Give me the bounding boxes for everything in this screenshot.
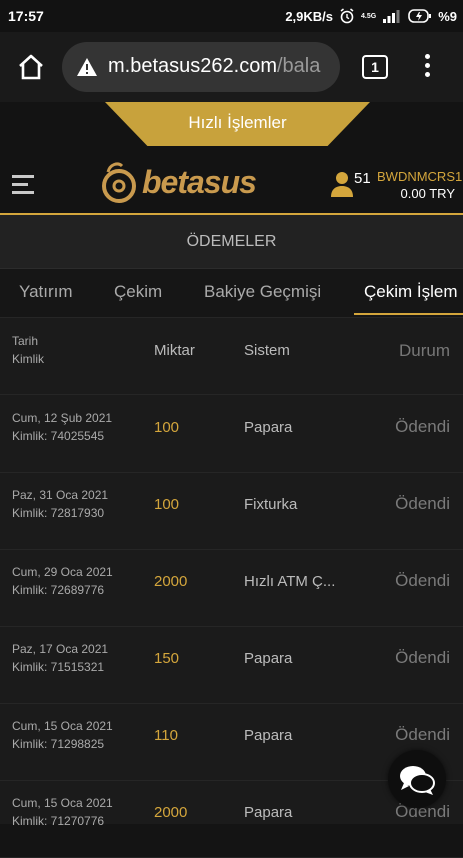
chat-icon [400, 766, 435, 795]
row-date: Cum, 15 Oca 2021 [12, 719, 113, 733]
row-date-id: Cum, 15 Oca 2021 Kimlik: 71298825 [12, 717, 113, 753]
quick-actions-button[interactable]: Hızlı İşlemler [105, 102, 370, 146]
header-id: Kimlik [12, 352, 44, 366]
page-title: ÖDEMELER [0, 215, 463, 269]
tab-bar: Yatırım Çekim Bakiye Geçmişi Çekim İşlem [0, 269, 463, 318]
table-row[interactable]: Cum, 29 Oca 2021 Kimlik: 72689776 2000 H… [0, 549, 463, 627]
network-speed: 2,9KB/s [285, 8, 334, 24]
site-logo[interactable]: betasus [100, 160, 270, 206]
balance: 0.00 TRY [400, 186, 455, 201]
row-id: Kimlik: 74025545 [12, 429, 105, 443]
row-status: Ödendi [395, 648, 450, 667]
row-date-id: Cum, 12 Şub 2021 Kimlik: 74025545 [12, 409, 112, 445]
transactions-table: Tarih Kimlik Miktar Sistem Durum Cum, 12… [0, 318, 463, 858]
status-bar: 17:57 2,9KB/s 4.5G %9 [0, 0, 463, 32]
header-date-id: Tarih Kimlik [12, 332, 44, 368]
row-status: Ödendi [395, 417, 450, 436]
row-status: Ödendi [395, 725, 450, 744]
user-count: 51 [354, 170, 371, 187]
tabs-icon[interactable]: 1 [362, 55, 388, 79]
logo-text: betasus [142, 164, 257, 200]
status-time: 17:57 [8, 8, 44, 24]
warning-icon [77, 58, 97, 76]
row-system: Papara [244, 804, 293, 821]
table-row[interactable]: Cum, 12 Şub 2021 Kimlik: 74025545 100 Pa… [0, 395, 463, 473]
battery-level: %9 [438, 8, 457, 24]
row-date: Paz, 17 Oca 2021 [12, 642, 109, 656]
row-amount: 100 [154, 419, 180, 436]
row-system: Papara [244, 419, 293, 436]
row-date-id: Paz, 31 Oca 2021 Kimlik: 72817930 [12, 486, 108, 522]
row-date: Paz, 31 Oca 2021 [12, 488, 109, 502]
hamburger-icon[interactable] [12, 175, 34, 195]
row-status: Ödendi [395, 571, 450, 590]
logo-mark-icon [102, 162, 136, 203]
row-date-id: Paz, 17 Oca 2021 Kimlik: 71515321 [12, 640, 108, 676]
row-id: Kimlik: 71270776 [12, 814, 105, 828]
url-path: /bala [276, 55, 321, 77]
active-tab-indicator [354, 313, 463, 315]
network-type: 4.5G [361, 12, 377, 20]
header-date: Tarih [12, 334, 39, 348]
browser-toolbar: m.betasus262.com/bala 1 [0, 32, 463, 102]
row-amount: 110 [154, 727, 178, 744]
row-amount: 2000 [154, 804, 188, 821]
row-id: Kimlik: 71298825 [12, 737, 105, 751]
chat-button[interactable] [388, 750, 446, 808]
row-id: Kimlik: 72689776 [12, 583, 105, 597]
row-date-id: Cum, 29 Oca 2021 Kimlik: 72689776 [12, 563, 113, 599]
home-icon[interactable] [16, 52, 46, 82]
user-icon[interactable] [330, 170, 354, 198]
tab-deposit[interactable]: Yatırım [19, 282, 73, 302]
table-row[interactable]: Paz, 31 Oca 2021 Kimlik: 72817930 100 Fi… [0, 472, 463, 550]
row-date: Cum, 12 Şub 2021 [12, 411, 113, 425]
row-id: Kimlik: 72817930 [12, 506, 105, 520]
tab-withdraw[interactable]: Çekim [114, 282, 162, 302]
alarm-icon [340, 8, 354, 24]
row-system: Hızlı ATM Ç... [244, 573, 336, 590]
url-host: m.betasus262.com [108, 55, 277, 77]
table-header: Tarih Kimlik Miktar Sistem Durum [0, 318, 463, 395]
row-amount: 2000 [154, 573, 188, 590]
menu-icon[interactable] [420, 54, 434, 82]
row-id: Kimlik: 71515321 [12, 660, 105, 674]
header-status: Durum [398, 341, 450, 360]
tab-balance-history[interactable]: Bakiye Geçmişi [204, 282, 321, 302]
row-system: Fixturka [244, 496, 298, 513]
row-status: Ödendi [395, 494, 450, 513]
row-date-id: Cum, 15 Oca 2021 Kimlik: 71270776 [12, 794, 113, 830]
row-date: Cum, 15 Oca 2021 [12, 796, 113, 810]
url-bar[interactable]: m.betasus262.com/bala [62, 42, 340, 92]
row-amount: 100 [154, 496, 180, 513]
row-system: Papara [244, 727, 293, 744]
username[interactable]: BWDNMCRS1 [377, 169, 462, 184]
row-date: Cum, 29 Oca 2021 [12, 565, 113, 579]
tab-withdraw-transactions[interactable]: Çekim İşlem [364, 282, 458, 302]
row-amount: 150 [154, 650, 180, 667]
row-system: Papara [244, 650, 293, 667]
signal-icon [383, 10, 400, 23]
header-amount: Miktar [154, 342, 195, 359]
header-system: Sistem [244, 342, 290, 359]
url-text: m.betasus262.com/bala [108, 55, 320, 78]
battery-icon [408, 9, 432, 23]
table-row[interactable]: Paz, 17 Oca 2021 Kimlik: 71515321 150 Pa… [0, 626, 463, 704]
